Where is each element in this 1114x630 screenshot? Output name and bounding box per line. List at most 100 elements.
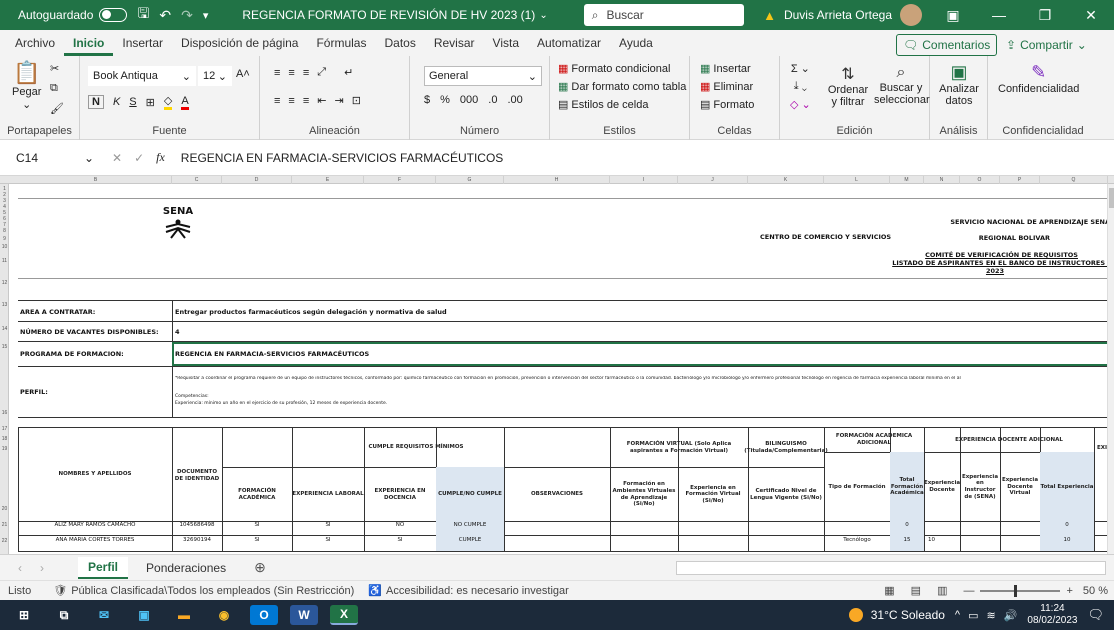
table-cell-status[interactable]: CUMPLE [436,537,504,544]
clock[interactable]: 11:24 08/02/2023 [1027,603,1077,627]
battery-icon[interactable]: ▭ [968,609,978,622]
close-icon[interactable]: ✕ [1068,7,1114,24]
fill-color-icon[interactable]: ◇ [163,94,173,110]
tray-chevron-icon[interactable]: ^ [955,609,960,621]
table-cell-total_acad[interactable]: 0 [890,522,924,529]
page-layout-icon[interactable]: ▤ [911,584,921,597]
column-header[interactable]: Q [1040,176,1108,184]
currency-icon[interactable]: $ [424,94,430,106]
italic-icon[interactable]: K [113,96,120,108]
row-header[interactable]: 11 [0,258,9,264]
next-sheet-icon[interactable]: › [40,561,44,575]
scroll-thumb[interactable] [1109,188,1114,208]
row-header[interactable]: 22 [0,538,9,544]
tab-automatizar[interactable]: Automatizar [528,36,610,56]
column-header[interactable]: E [292,176,364,184]
row-header[interactable]: 9 [0,236,9,242]
column-header[interactable]: H [504,176,610,184]
font-name-select[interactable]: Book Antiqua ⌄ [88,66,196,86]
tab-disposicion[interactable]: Disposición de página [172,36,307,56]
column-header[interactable]: C [172,176,222,184]
row-header[interactable]: 10 [0,244,9,250]
borders-icon[interactable]: ⊞ [146,96,155,109]
row-header[interactable]: 13 [0,302,9,308]
row-header[interactable]: 16 [0,410,9,416]
format-cells-button[interactable]: ▤ Formato [700,98,754,112]
analyze-data-button[interactable]: ▣ Analizar datos [936,62,982,107]
orientation-icon[interactable]: ⤢ [317,66,326,79]
comments-button[interactable]: 🗨 Comentarios [896,34,998,56]
store-icon[interactable]: ▣ [130,605,158,625]
sensitivity-button[interactable]: ✎ Confidencialidad [998,62,1079,95]
zoom-level[interactable]: 50 % [1083,585,1108,597]
zoom-handle[interactable] [1014,584,1018,597]
align-bottom-icon[interactable]: ≡ [303,67,309,79]
user-name[interactable]: Duvis Arrieta Ortega [784,8,892,22]
normal-view-icon[interactable]: ▦ [884,584,894,597]
tab-revisar[interactable]: Revisar [425,36,484,56]
column-header[interactable]: L [824,176,890,184]
copy-icon[interactable]: ⧉ [50,82,58,95]
row-header[interactable]: 14 [0,326,9,332]
column-header[interactable]: F [364,176,436,184]
table-cell-status[interactable]: NO CUMPLE [436,522,504,529]
name-box[interactable]: C14 ⌄ [12,148,94,168]
horizontal-scrollbar[interactable] [676,560,1106,575]
table-cell-total_exp[interactable]: 10 [1040,537,1094,544]
area-value[interactable]: Entregar productos farmacéuticos según d… [175,308,447,316]
number-format-select[interactable]: General ⌄ [424,66,542,86]
column-header[interactable]: N [924,176,960,184]
insert-cells-button[interactable]: ▦ Insertar [700,62,751,76]
formula-input[interactable]: REGENCIA EN FARMACIA-SERVICIOS FARMACÉUT… [181,151,504,165]
profile-text[interactable]: *Requisitar a coordinar el programa requ… [175,376,1110,382]
table-cell-doc[interactable]: 1045686498 [172,522,222,529]
indent-icon[interactable]: ⇥ [334,94,343,107]
word-icon[interactable]: W [290,605,318,625]
undo-icon[interactable]: ↶ [159,7,171,24]
row-header[interactable]: 18 [0,436,9,442]
delete-cells-button[interactable]: ▦ Eliminar [700,80,753,94]
table-cell-total_exp[interactable]: 0 [1040,522,1094,529]
outlook-icon[interactable]: O [250,605,278,625]
table-cell-acad[interactable]: SI [222,522,292,529]
vertical-scrollbar[interactable] [1107,184,1114,554]
wrap-text-icon[interactable]: ↵ [344,66,353,79]
table-cell-t1[interactable]: 10 [924,537,960,544]
enter-icon[interactable]: ✓ [134,151,144,165]
font-color-icon[interactable]: A [181,95,189,110]
wifi-icon[interactable]: ≋ [987,609,996,622]
tab-formulas[interactable]: Fórmulas [307,36,375,56]
outdent-icon[interactable]: ⇤ [317,94,326,107]
align-center-icon[interactable]: ≡ [288,95,294,107]
increase-decimal-icon[interactable]: .0 [488,94,497,106]
table-cell-acad[interactable]: SI [222,537,292,544]
redo-icon[interactable]: ↷ [181,7,193,24]
mail-icon[interactable]: ✉ [90,605,118,625]
excel-icon[interactable]: X [330,605,358,625]
align-middle-icon[interactable]: ≡ [288,67,294,79]
column-header[interactable]: K [748,176,824,184]
row-header[interactable]: 21 [0,522,9,528]
customize-qat-icon[interactable]: ▾ [203,9,209,22]
sheet-tab-ponderaciones[interactable]: Ponderaciones [136,558,236,578]
zoom-in-icon[interactable]: + [1066,585,1072,597]
align-right-icon[interactable]: ≡ [303,95,309,107]
column-header[interactable]: P [1000,176,1040,184]
grow-font-icon[interactable]: A˄ [236,68,250,80]
column-header[interactable]: B [20,176,172,184]
sheet-tab-perfil[interactable]: Perfil [78,556,129,579]
windows-start-icon[interactable]: ⊞ [10,605,38,625]
fill-icon[interactable]: ⤓ ⌄ [794,80,807,93]
bold-icon[interactable]: N [88,95,104,109]
chrome-icon[interactable]: ◉ [210,605,238,625]
table-cell-doc[interactable]: 32690194 [172,537,222,544]
table-cell-name[interactable]: ALIZ MARY RAMOS CAMACHO [20,522,170,529]
percent-icon[interactable]: % [440,94,450,106]
row-header[interactable]: 17 [0,426,9,432]
conditional-format-button[interactable]: ▦ Formato condicional [558,62,670,76]
column-header[interactable]: M [890,176,924,184]
clear-icon[interactable]: ◇ ⌄ [790,98,811,111]
function-icon[interactable]: fx [156,150,165,165]
align-top-icon[interactable]: ≡ [274,67,280,79]
table-cell-teach[interactable]: SI [364,537,436,544]
